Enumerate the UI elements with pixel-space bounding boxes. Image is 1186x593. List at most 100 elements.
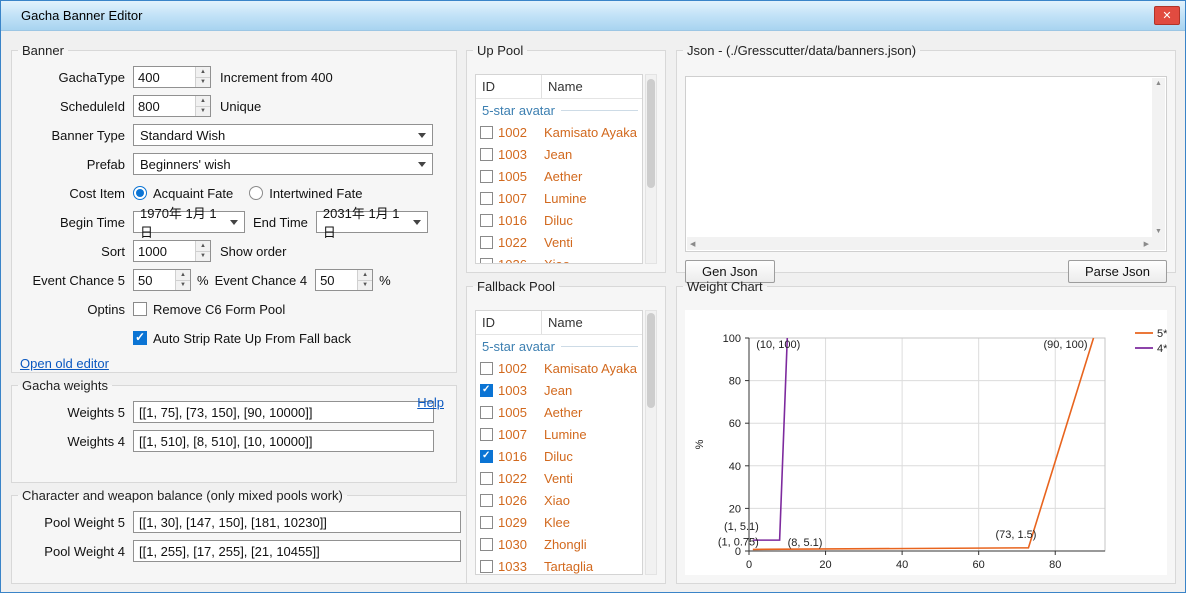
event-chance-5-spinbox[interactable]: 50 ▲▼ — [133, 269, 191, 291]
table-row[interactable]: 1022Venti — [476, 467, 642, 489]
spin-down-icon[interactable]: ▼ — [176, 280, 190, 291]
spinner-arrows[interactable]: ▲▼ — [195, 241, 210, 261]
table-row[interactable]: 1003Jean — [476, 143, 642, 165]
checkbox-label: Auto Strip Rate Up From Fall back — [153, 331, 351, 346]
pool-weight-5-input[interactable]: [[1, 30], [147, 150], [181, 10230]] — [133, 511, 461, 533]
row-checkbox[interactable] — [480, 516, 493, 529]
remove-c6-checkbox-option[interactable]: Remove C6 Form Pool — [133, 302, 285, 317]
spinner-arrows[interactable]: ▲▼ — [175, 270, 190, 290]
table-row[interactable]: 1026Xiao — [476, 253, 642, 264]
fallback-pool-table[interactable]: ID Name 5-star avatar 1002Kamisato Ayaka… — [475, 310, 643, 575]
table-row[interactable]: 1033Tartaglia — [476, 555, 642, 575]
optins-row-1: Optins Remove C6 Form Pool — [20, 298, 448, 320]
gacha-type-spinbox[interactable]: 400 ▲▼ — [133, 66, 211, 88]
spin-up-icon[interactable]: ▲ — [176, 270, 190, 280]
spin-up-icon[interactable]: ▲ — [196, 96, 210, 106]
table-row[interactable]: 1029Klee — [476, 511, 642, 533]
up-pool-table[interactable]: ID Name 5-star avatar 1002Kamisato Ayaka… — [475, 74, 643, 264]
open-old-editor-row: Open old editor — [20, 356, 448, 371]
checkbox-icon[interactable] — [133, 331, 147, 345]
table-row[interactable]: 1030Zhongli — [476, 533, 642, 555]
spin-down-icon[interactable]: ▼ — [196, 77, 210, 88]
sort-spinbox[interactable]: 1000 ▲▼ — [133, 240, 211, 262]
table-row[interactable]: 1026Xiao — [476, 489, 642, 511]
open-old-editor-link[interactable]: Open old editor — [20, 356, 109, 371]
prefab-select[interactable]: Beginners' wish — [133, 153, 433, 175]
begin-time-picker[interactable]: 1970年 1月 1日 — [133, 211, 245, 233]
spin-down-icon[interactable]: ▼ — [196, 251, 210, 262]
weight-chart-title: Weight Chart — [683, 279, 767, 294]
weights-4-input[interactable]: [[1, 510], [8, 510], [10, 10000]] — [133, 430, 434, 452]
row-checkbox[interactable] — [480, 258, 493, 265]
spin-up-icon[interactable]: ▲ — [196, 67, 210, 77]
radio-icon[interactable] — [249, 186, 263, 200]
pool-weight-4-input[interactable]: [[1, 255], [17, 255], [21, 10455]] — [133, 540, 461, 562]
table-row[interactable]: 1005Aether — [476, 401, 642, 423]
close-button[interactable]: ✕ — [1154, 6, 1180, 25]
row-checkbox[interactable] — [480, 472, 493, 485]
json-textarea[interactable]: ▲ ▼ ◀ ▶ — [685, 76, 1167, 252]
spin-down-icon[interactable]: ▼ — [358, 280, 372, 291]
scroll-left-icon[interactable]: ◀ — [687, 238, 698, 250]
row-checkbox[interactable] — [480, 236, 493, 249]
table-row[interactable]: 1007Lumine — [476, 423, 642, 445]
spin-down-icon[interactable]: ▼ — [196, 106, 210, 117]
auto-strip-checkbox-option[interactable]: Auto Strip Rate Up From Fall back — [133, 331, 351, 346]
spin-up-icon[interactable]: ▲ — [358, 270, 372, 280]
table-row[interactable]: 1016Diluc — [476, 209, 642, 231]
row-checkbox[interactable] — [480, 384, 493, 397]
scrollbar[interactable] — [645, 310, 657, 575]
event-chance-4-label: Event Chance 4 — [215, 273, 308, 288]
table-row[interactable]: 1005Aether — [476, 165, 642, 187]
row-checkbox[interactable] — [480, 428, 493, 441]
prefab-label: Prefab — [20, 157, 125, 172]
weights-5-input[interactable]: [[1, 75], [73, 150], [90, 10000]] — [133, 401, 434, 423]
radio-icon[interactable] — [133, 186, 147, 200]
table-row[interactable]: 1002Kamisato Ayaka — [476, 357, 642, 379]
pool-weight-4-value: [[1, 255], [17, 255], [21, 10455]] — [139, 544, 320, 559]
json-content[interactable] — [690, 79, 1150, 235]
begin-time-label: Begin Time — [20, 215, 125, 230]
scrollbar-thumb[interactable] — [647, 313, 655, 408]
row-checkbox[interactable] — [480, 494, 493, 507]
row-id: 1002 — [498, 125, 544, 140]
radio-intertwined-fate[interactable]: Intertwined Fate — [249, 186, 362, 201]
schedule-id-spinbox[interactable]: 800 ▲▼ — [133, 95, 211, 117]
radio-acquaint-fate[interactable]: Acquaint Fate — [133, 186, 233, 201]
row-id: 1007 — [498, 427, 544, 442]
row-checkbox[interactable] — [480, 192, 493, 205]
horizontal-scrollbar[interactable]: ◀ ▶ — [687, 237, 1152, 250]
checkbox-icon[interactable] — [133, 302, 147, 316]
scroll-down-icon[interactable]: ▼ — [1152, 226, 1165, 237]
svg-text:5*: 5* — [1157, 328, 1167, 340]
row-checkbox[interactable] — [480, 362, 493, 375]
row-checkbox[interactable] — [480, 538, 493, 551]
row-checkbox[interactable] — [480, 214, 493, 227]
spin-up-icon[interactable]: ▲ — [196, 241, 210, 251]
row-checkbox[interactable] — [480, 450, 493, 463]
spinner-arrows[interactable]: ▲▼ — [195, 67, 210, 87]
event-chance-4-spinbox[interactable]: 50 ▲▼ — [315, 269, 373, 291]
table-row[interactable]: 1003Jean — [476, 379, 642, 401]
row-checkbox[interactable] — [480, 148, 493, 161]
row-checkbox[interactable] — [480, 560, 493, 573]
titlebar[interactable]: Gacha Banner Editor ✕ — [1, 1, 1185, 31]
end-time-picker[interactable]: 2031年 1月 1日 — [316, 211, 428, 233]
banner-type-select[interactable]: Standard Wish — [133, 124, 433, 146]
scrollbar[interactable] — [645, 74, 657, 264]
row-checkbox[interactable] — [480, 406, 493, 419]
scroll-up-icon[interactable]: ▲ — [1152, 78, 1165, 89]
spinner-arrows[interactable]: ▲▼ — [195, 96, 210, 116]
help-link[interactable]: Help — [417, 395, 444, 410]
table-row[interactable]: 1007Lumine — [476, 187, 642, 209]
vertical-scrollbar[interactable]: ▲ ▼ — [1152, 78, 1165, 237]
table-row[interactable]: 1016Diluc — [476, 445, 642, 467]
table-row[interactable]: 1002Kamisato Ayaka — [476, 121, 642, 143]
spinner-arrows[interactable]: ▲▼ — [357, 270, 372, 290]
row-checkbox[interactable] — [480, 126, 493, 139]
scroll-right-icon[interactable]: ▶ — [1141, 238, 1152, 250]
row-name: Diluc — [544, 449, 573, 464]
table-row[interactable]: 1022Venti — [476, 231, 642, 253]
row-checkbox[interactable] — [480, 170, 493, 183]
scrollbar-thumb[interactable] — [647, 79, 655, 188]
